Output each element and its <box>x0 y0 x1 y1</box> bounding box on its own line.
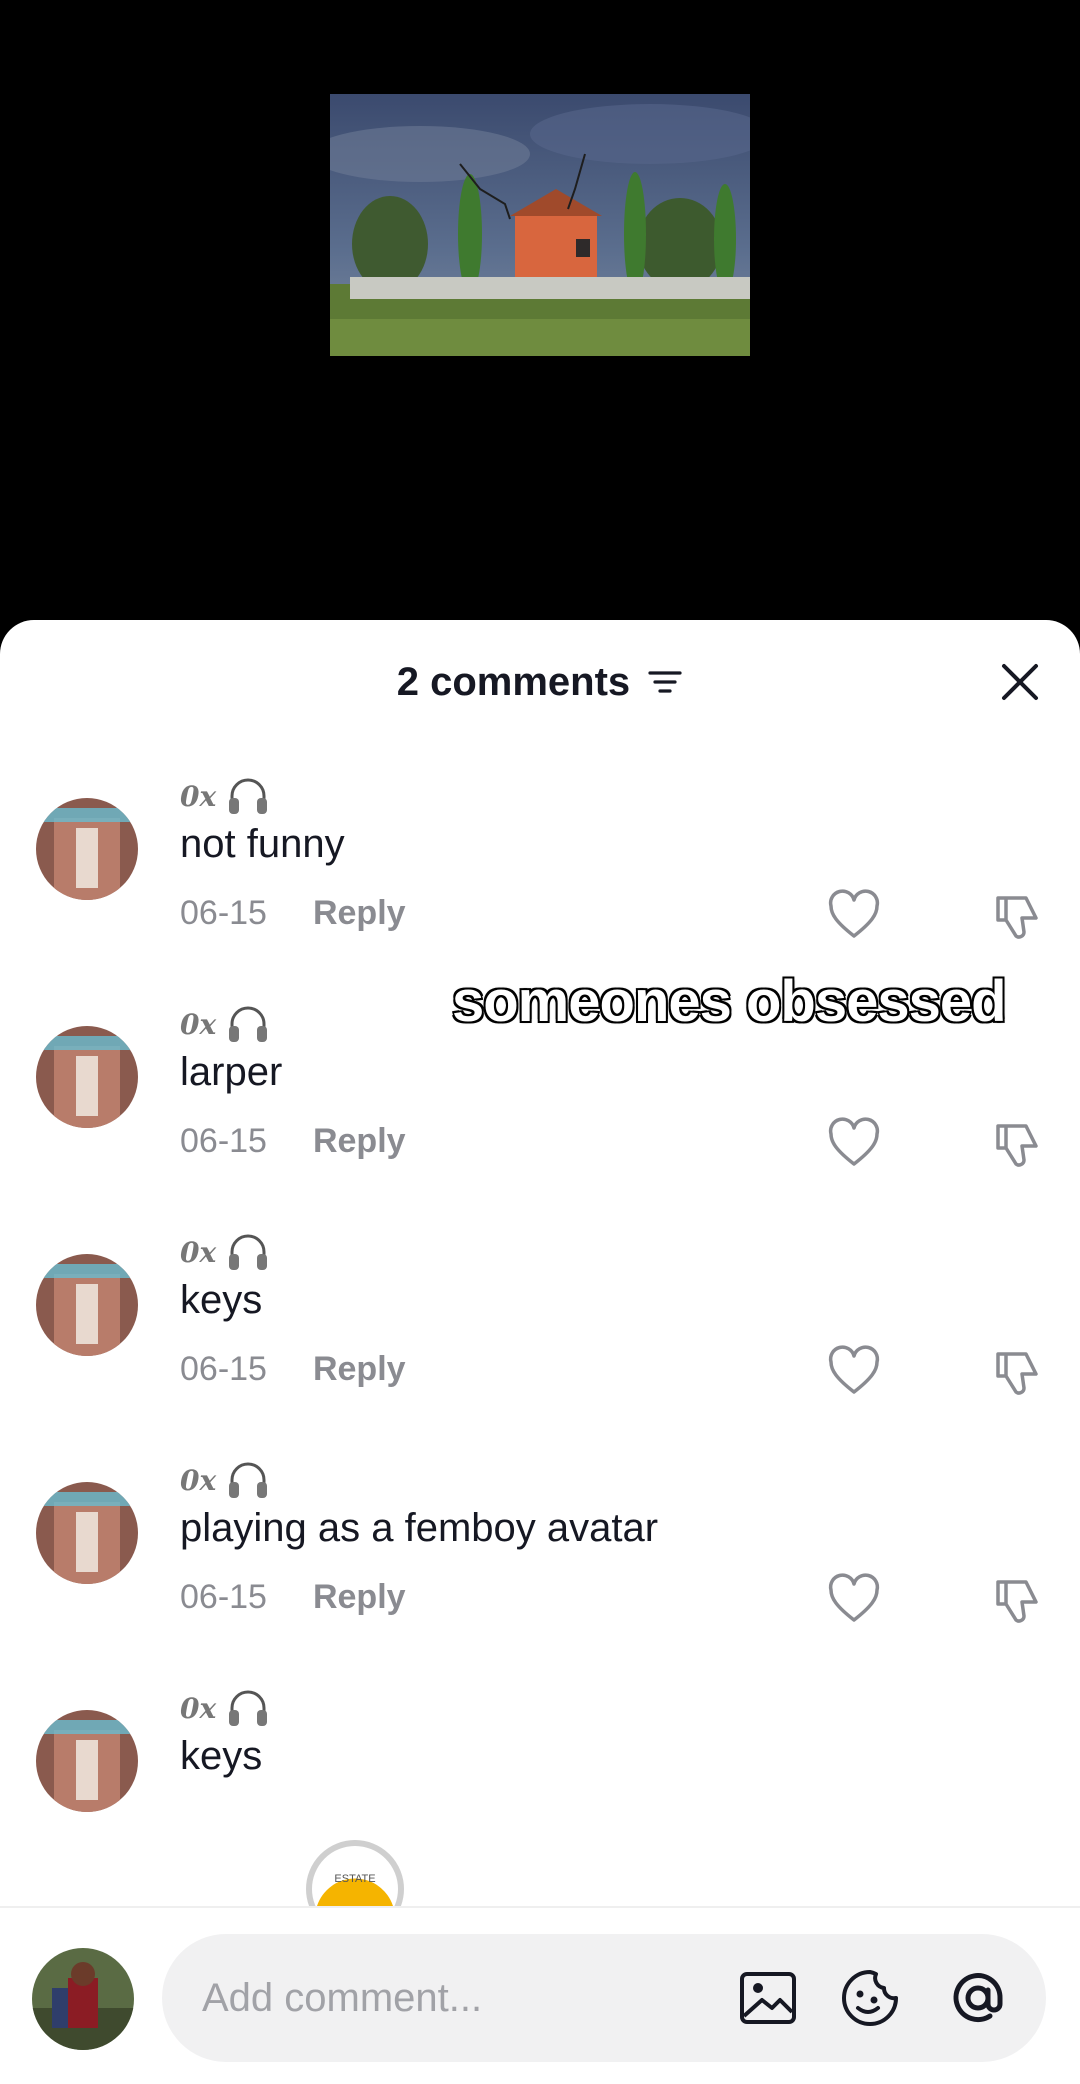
thumbs-down-icon[interactable] <box>990 1344 1046 1400</box>
headphones-icon <box>229 1462 268 1498</box>
comment-meta: 06-15 Reply <box>180 1578 406 1617</box>
comment-meta: 06-15 Reply <box>180 1350 406 1389</box>
comment-date: 06-15 <box>180 1122 267 1160</box>
comment-meta: 06-15 Reply <box>180 894 406 933</box>
comment-username[interactable]: 0x <box>180 1230 270 1274</box>
avatar[interactable] <box>36 1254 138 1356</box>
comment-input-container[interactable] <box>162 1934 1046 2062</box>
avatar[interactable] <box>36 1026 138 1128</box>
comment-item: 0x keys <box>0 1654 1080 1882</box>
reply-button[interactable]: Reply <box>313 1578 406 1617</box>
comments-sheet: 2 comments 0x not funny 06-15 Reply 0x l… <box>0 620 1080 2084</box>
comment-item: 0x playing as a femboy avatar 06-15 Repl… <box>0 1426 1080 1654</box>
headphones-icon <box>229 1006 268 1042</box>
badge-label: ESTATE <box>334 1873 375 1885</box>
comment-date: 06-15 <box>180 1350 267 1388</box>
heart-outline-icon[interactable] <box>826 1344 882 1400</box>
video-player[interactable] <box>0 0 1080 640</box>
comment-item: 0x not funny 06-15 Reply <box>0 742 1080 970</box>
reply-button[interactable]: Reply <box>313 894 406 933</box>
comment-text: playing as a femboy avatar <box>180 1506 659 1550</box>
headphones-icon <box>229 1690 268 1726</box>
comments-count-label: 2 comments <box>396 659 631 704</box>
sheet-header: 2 comments <box>0 620 1080 742</box>
comment-composer <box>0 1906 1080 2084</box>
my-avatar[interactable] <box>32 1948 134 2050</box>
username-text: 0x <box>180 1463 217 1497</box>
thumbs-down-icon[interactable] <box>990 1572 1046 1628</box>
comment-username[interactable]: 0x <box>180 774 270 818</box>
at-sign-icon[interactable] <box>946 1966 1010 2030</box>
username-text: 0x <box>180 1007 217 1041</box>
heart-outline-icon[interactable] <box>826 1116 882 1172</box>
video-overlay-caption: someones obsessed <box>451 968 1009 1036</box>
thumbs-down-icon[interactable] <box>990 1116 1046 1172</box>
comment-username[interactable]: 0x <box>180 1002 270 1046</box>
reply-button[interactable]: Reply <box>313 1350 406 1389</box>
avatar[interactable] <box>36 1482 138 1584</box>
heart-outline-icon[interactable] <box>826 1572 882 1628</box>
comment-username[interactable]: 0x <box>180 1686 270 1730</box>
comment-text: larper <box>180 1050 283 1094</box>
thumbs-down-icon[interactable] <box>990 888 1046 944</box>
comment-text: not funny <box>180 822 345 866</box>
close-icon[interactable] <box>998 660 1042 704</box>
comment-item: 0x keys 06-15 Reply <box>0 1198 1080 1426</box>
comments-title[interactable]: 2 comments <box>0 658 1080 705</box>
username-text: 0x <box>180 1691 217 1725</box>
reply-button[interactable]: Reply <box>313 1122 406 1161</box>
comment-text: keys <box>180 1734 263 1778</box>
image-icon[interactable] <box>736 1966 800 2030</box>
comment-list: 0x not funny 06-15 Reply 0x larper 06-15 <box>0 742 1080 1882</box>
avatar[interactable] <box>36 1710 138 1812</box>
sort-lines-icon[interactable] <box>647 664 683 700</box>
heart-outline-icon[interactable] <box>826 888 882 944</box>
username-text: 0x <box>180 1235 217 1269</box>
video-thumbnail <box>330 94 750 356</box>
comment-meta: 06-15 Reply <box>180 1122 406 1161</box>
avatar[interactable] <box>36 798 138 900</box>
estate-badge[interactable]: ESTATE <box>306 1840 404 1906</box>
headphones-icon <box>229 1234 268 1270</box>
comment-username[interactable]: 0x <box>180 1458 270 1502</box>
headphones-icon <box>229 778 268 814</box>
comment-date: 06-15 <box>180 894 267 932</box>
comment-input[interactable] <box>202 1934 702 2062</box>
username-text: 0x <box>180 779 217 813</box>
comment-date: 06-15 <box>180 1578 267 1616</box>
sticker-face-icon[interactable] <box>838 1966 902 2030</box>
comment-text: keys <box>180 1278 263 1322</box>
